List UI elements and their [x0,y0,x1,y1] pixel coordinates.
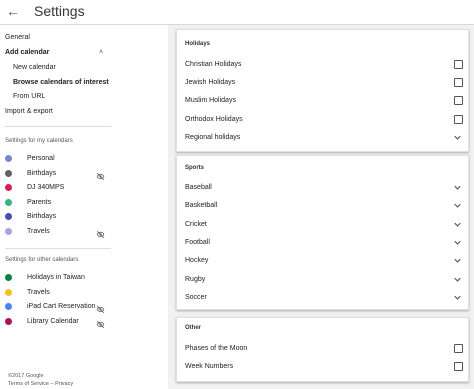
setting-label: Orthodox Holidays [185,115,243,123]
other-calendars-heading: Settings for other calendars [5,257,79,263]
copyright-text: ©2017 Google [8,373,44,379]
sidebar-item-import-export[interactable]: Import & export [5,107,53,116]
holidays-title: Holidays [185,41,211,47]
setting-row[interactable]: Cricket [185,219,463,231]
calendar-item[interactable]: iPad Cart Reservation [5,301,115,314]
calendar-label: Holidays in Taiwan [27,274,85,281]
calendar-item[interactable]: Birthdays [5,168,115,180]
setting-row[interactable]: Basketball [185,200,463,212]
calendar-label: DJ 340MPS [27,184,65,191]
calendar-label: Birthdays [27,213,57,220]
calendar-color-dot [5,288,12,296]
checkbox[interactable] [454,78,463,88]
terms-privacy-link[interactable]: Terms of Service – Privacy [8,381,73,388]
setting-row[interactable]: Rugby [185,274,463,286]
setting-row[interactable]: Hockey [185,255,463,267]
setting-row[interactable]: Muslim Holidays [185,95,463,107]
checkbox[interactable] [454,344,463,353]
sidebar-item-new-calendar[interactable]: New calendar [13,63,56,72]
setting-label: Phases of the Moon [185,345,248,352]
setting-row[interactable]: Orthodox Holidays [185,114,463,126]
eye-off-icon[interactable] [96,226,105,238]
calendar-color-dot [5,169,12,177]
calendar-item[interactable]: DJ 340MPS [5,182,115,194]
calendar-item[interactable]: Personal [5,153,115,165]
calendar-color-dot [5,274,12,281]
sidebar-item-add-calendar[interactable]: Add calendar [5,48,49,57]
other-title: Other [185,325,202,331]
eye-off-icon[interactable] [96,168,105,180]
chevron-down-icon[interactable] [453,132,462,144]
arrow-left-icon[interactable]: ← [6,2,20,20]
setting-row[interactable]: Christian Holidays [185,59,463,71]
chevron-down-icon[interactable] [453,274,462,286]
calendar-color-dot [5,303,12,310]
setting-label: Regional holidays [185,133,241,141]
holidays-card: Holidays Christian Holidays Jewish Holida… [176,29,469,152]
chevron-down-icon[interactable] [453,237,462,249]
sidebar-item-browse-calendars[interactable]: Browse calendars of interest [13,78,109,87]
setting-row[interactable]: Soccer [185,292,463,304]
other-card: Other Phases of the Moon Week Numbers [176,317,469,382]
checkbox[interactable] [454,60,463,69]
app-header: ← Settings [0,0,474,25]
calendar-item[interactable]: Holidays in Taiwan [5,272,115,284]
calendar-color-dot [5,317,12,325]
setting-label: Christian Holidays [185,61,242,68]
eye-off-icon[interactable] [96,316,105,328]
setting-label: Jewish Holidays [185,79,236,87]
setting-row[interactable]: Jewish Holidays [185,77,463,89]
setting-row[interactable]: Football [185,237,463,249]
chevron-down-icon[interactable] [453,255,462,267]
chevron-up-icon[interactable]: ˄ [99,48,103,57]
setting-label: Baseball [185,184,212,191]
setting-label: Football [185,238,210,246]
sports-title: Sports [185,165,205,171]
calendar-item[interactable]: Parents [5,197,115,209]
calendar-item[interactable]: Travels [5,226,115,238]
calendar-color-dot [5,155,12,162]
sidebar-item-general[interactable]: General [5,33,30,42]
sidebar-item-from-url[interactable]: From URL [13,92,45,101]
chevron-down-icon[interactable] [453,219,462,231]
sidebar-divider [5,248,111,249]
checkbox[interactable] [454,96,463,106]
calendar-label: Travels [27,227,50,235]
setting-label: Soccer [185,293,207,301]
setting-label: Hockey [185,257,209,265]
calendar-label: Parents [27,198,52,206]
calendar-item[interactable]: Library Calendar [5,316,115,328]
setting-label: Cricket [185,220,207,228]
sidebar-divider [5,126,111,127]
checkbox[interactable] [454,362,463,371]
calendar-label: iPad Cart Reservation [27,303,96,310]
checkbox[interactable] [454,114,463,124]
setting-label: Week Numbers [185,363,234,370]
setting-label: Basketball [185,202,218,210]
setting-label: Rugby [185,275,206,283]
setting-row[interactable]: Phases of the Moon [185,343,463,355]
calendar-color-dot [5,198,12,206]
calendar-color-dot [5,227,12,235]
chevron-down-icon[interactable] [453,182,462,194]
settings-sidebar: General Add calendar ˄ New calendar Brow… [0,25,168,389]
sports-card: Sports Baseball Basketball Cricket Football… [176,155,469,310]
calendar-label: Library Calendar [27,317,79,325]
calendar-item[interactable]: Travels [5,287,115,299]
calendar-label: Travels [27,288,50,296]
setting-row[interactable]: Week Numbers [185,361,463,373]
chevron-down-icon[interactable] [453,200,462,212]
calendar-label: Birthdays [27,169,57,177]
setting-row[interactable]: Baseball [185,182,463,194]
calendar-color-dot [5,213,12,220]
my-calendars-heading: Settings for my calendars [5,138,73,144]
setting-row[interactable]: Regional holidays [185,132,463,144]
page-title: Settings [34,3,85,19]
calendar-color-dot [5,184,12,191]
calendar-item[interactable]: Birthdays [5,211,115,223]
chevron-down-icon[interactable] [453,292,462,304]
eye-off-icon[interactable] [96,301,105,314]
setting-label: Muslim Holidays [185,97,236,105]
calendar-label: Personal [27,155,55,162]
